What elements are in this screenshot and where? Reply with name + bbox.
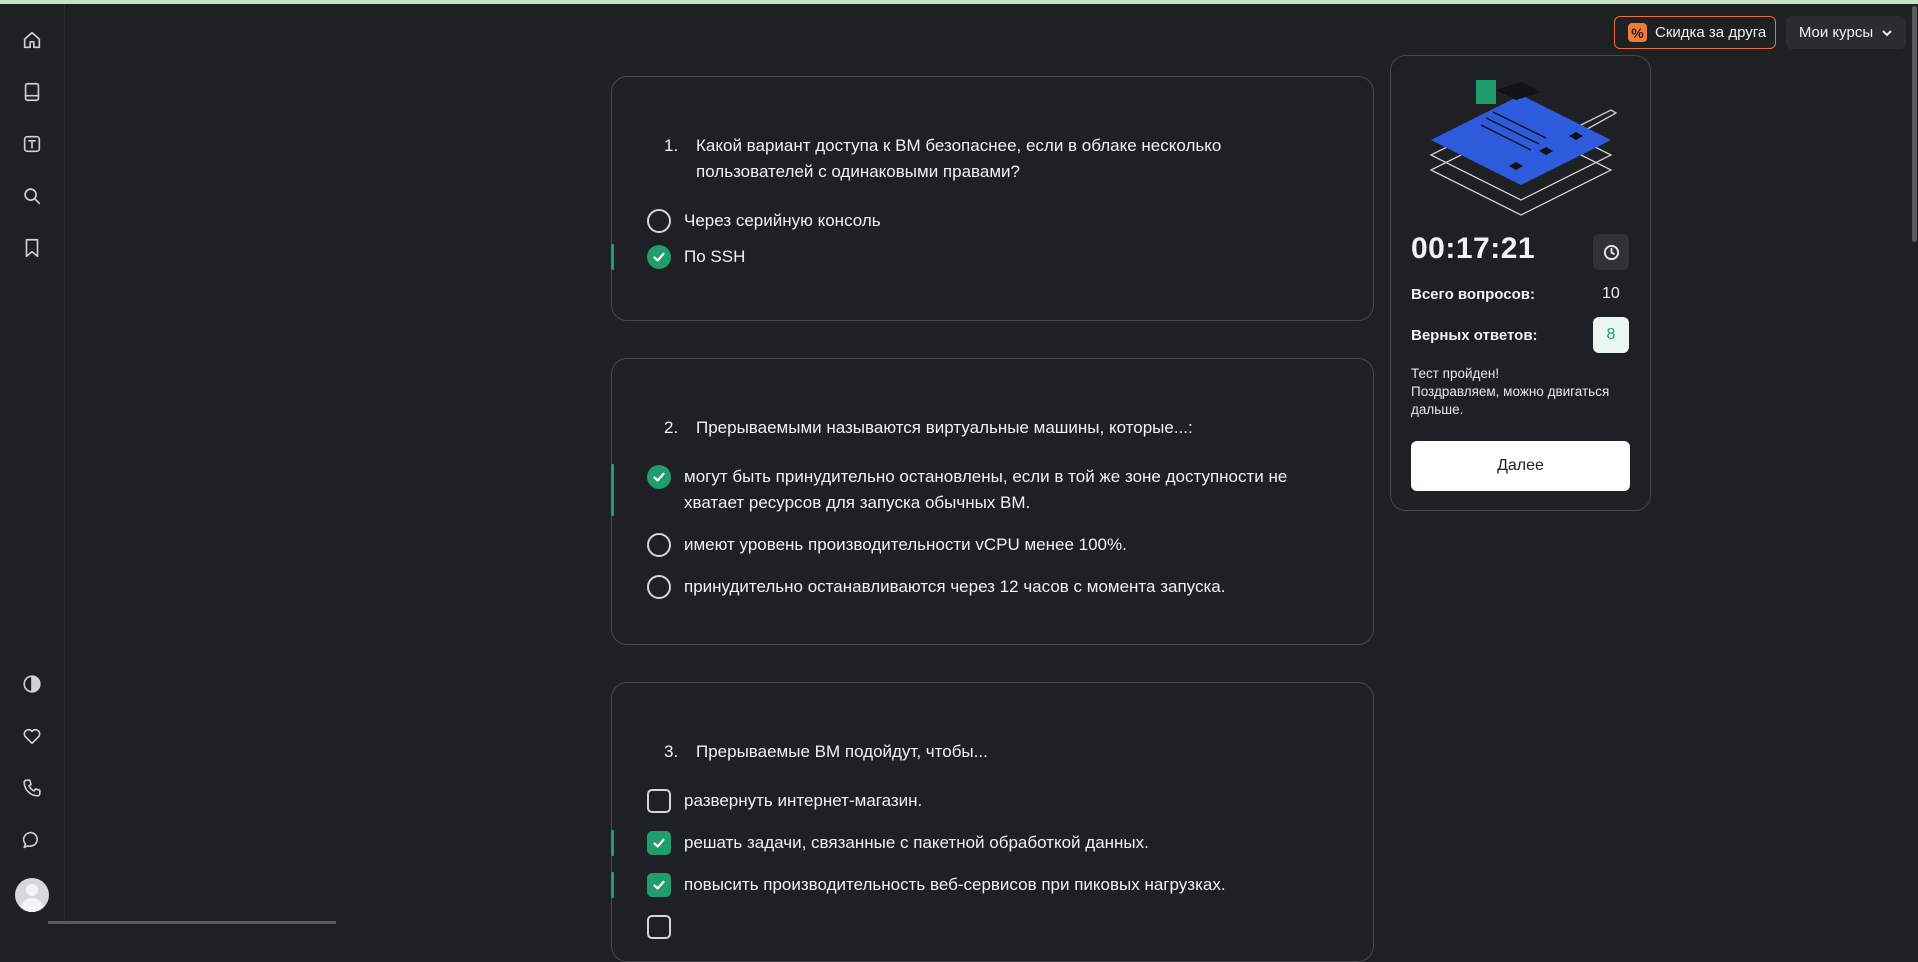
question-number: 2. [664, 418, 679, 437]
radio-button[interactable] [647, 209, 671, 233]
answer-option[interactable]: развернуть интернет-магазин. [612, 788, 1372, 814]
option-label: могут быть принудительно остановлены, ес… [684, 467, 1288, 512]
question-title: 1. Какой вариант доступа к ВМ безопаснее… [664, 133, 1284, 185]
phone-icon[interactable] [18, 774, 46, 802]
test-illustration [1429, 80, 1618, 216]
question-card-3: 3. Прерываемые ВМ подойдут, чтобы... раз… [611, 682, 1374, 962]
check-icon [653, 472, 665, 482]
option-label: имеют уровень производительности vCPU ме… [684, 535, 1127, 554]
correct-answers-badge: 8 [1593, 317, 1629, 353]
clock-icon [1603, 244, 1619, 260]
answer-option[interactable]: принудительно останавливаются через 12 ч… [612, 574, 1372, 600]
checkbox-checked[interactable] [647, 873, 671, 897]
total-questions-value: 10 [1602, 285, 1620, 302]
top-accent-strip [0, 0, 1918, 4]
radio-button-checked[interactable] [647, 465, 671, 489]
vertical-scrollbar[interactable] [1912, 6, 1917, 242]
next-button[interactable]: Далее [1411, 441, 1630, 491]
question-title: 3. Прерываемые ВМ подойдут, чтобы... [664, 739, 1284, 765]
referral-discount-button[interactable]: % Скидка за друга [1614, 16, 1776, 49]
home-icon[interactable] [18, 26, 46, 54]
option-label: решать задачи, связанные с пакетной обра… [684, 833, 1149, 852]
check-icon [653, 838, 665, 848]
total-questions-label: Всего вопросов: [1411, 286, 1535, 303]
option-label: принудительно останавливаются через 12 ч… [684, 577, 1226, 596]
checkbox-checked[interactable] [647, 831, 671, 855]
avatar[interactable] [15, 878, 49, 912]
chevron-down-icon [1882, 29, 1892, 36]
answer-option-selected[interactable]: повысить производительность веб-сервисов… [611, 872, 1372, 898]
text-tool-icon[interactable] [18, 130, 46, 158]
selected-indicator [611, 830, 614, 856]
question-card-2: 2. Прерываемыми называются виртуальные м… [611, 358, 1374, 645]
search-icon[interactable] [18, 182, 46, 210]
result-status: Тест пройден! [1411, 366, 1500, 381]
selected-indicator [611, 872, 614, 898]
answer-option-selected[interactable]: решать задачи, связанные с пакетной обра… [611, 830, 1372, 856]
answer-option[interactable]: имеют уровень производительности vCPU ме… [612, 532, 1372, 558]
checkbox[interactable] [647, 915, 671, 939]
answer-option-selected[interactable]: могут быть принудительно остановлены, ес… [611, 464, 1372, 516]
correct-answers-label: Верных ответов: [1411, 327, 1538, 344]
answer-option-selected[interactable]: По SSH [611, 244, 1372, 270]
option-label: повысить производительность веб-сервисов… [684, 875, 1226, 894]
test-result-panel: 00:17:21 Всего вопросов: 10 Верных ответ… [1390, 55, 1651, 511]
question-card-1: 1. Какой вариант доступа к ВМ безопаснее… [611, 76, 1374, 321]
percent-icon: % [1628, 23, 1647, 42]
result-congrats: Поздравляем, можно двигаться дальше. [1411, 384, 1610, 417]
answer-option[interactable]: Через серийную консоль [612, 208, 1372, 234]
option-label: развернуть интернет-магазин. [684, 791, 923, 810]
chat-icon[interactable] [18, 826, 46, 854]
book-icon[interactable] [18, 78, 46, 106]
option-label: По SSH [684, 247, 746, 266]
radio-button[interactable] [647, 575, 671, 599]
question-text: Какой вариант доступа к ВМ безопаснее, е… [696, 136, 1222, 181]
radio-button[interactable] [647, 533, 671, 557]
check-icon [653, 252, 665, 262]
question-text: Прерываемые ВМ подойдут, чтобы... [696, 742, 988, 761]
selected-indicator [611, 464, 614, 516]
my-courses-dropdown[interactable]: Мои курсы [1786, 16, 1906, 49]
question-text: Прерываемыми называются виртуальные маши… [696, 418, 1193, 437]
check-icon [653, 880, 665, 890]
bookmark-icon[interactable] [18, 234, 46, 262]
checkbox[interactable] [647, 789, 671, 813]
theme-contrast-icon[interactable] [18, 670, 46, 698]
question-number: 1. [664, 136, 679, 155]
selected-indicator [611, 244, 614, 270]
heart-icon[interactable] [18, 722, 46, 750]
sidebar [0, 4, 65, 924]
timer: 00:17:21 [1411, 232, 1536, 265]
timer-toggle-button[interactable] [1593, 234, 1629, 270]
option-label: Через серийную консоль [684, 211, 881, 230]
referral-discount-label: Скидка за друга [1655, 24, 1767, 41]
my-courses-label: Мои курсы [1798, 24, 1874, 41]
question-number: 3. [664, 742, 679, 761]
result-message: Тест пройден! Поздравляем, можно двигать… [1411, 365, 1636, 419]
question-title: 2. Прерываемыми называются виртуальные м… [664, 415, 1284, 441]
radio-button-checked[interactable] [647, 245, 671, 269]
